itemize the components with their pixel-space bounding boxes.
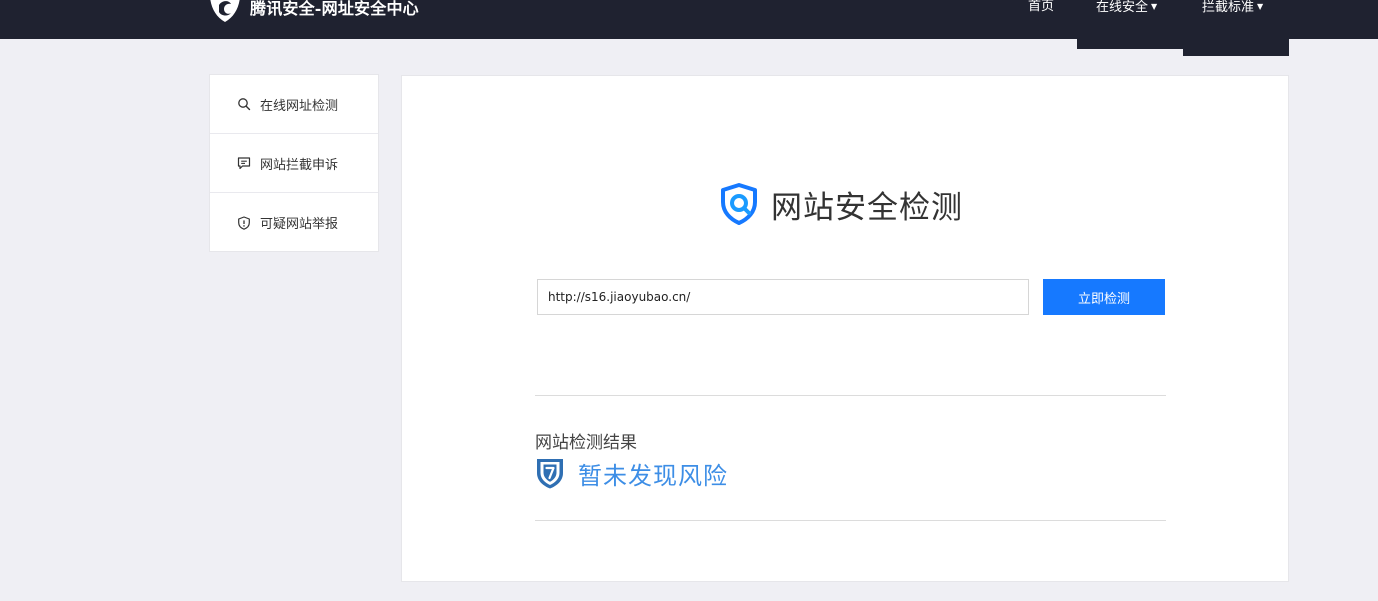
result-status-row: 暂未发现风险	[535, 456, 728, 490]
nav-online-security-label: 在线安全	[1096, 0, 1149, 15]
nav-intercept-standard-label: 拦截标准	[1202, 0, 1255, 15]
result-status: 暂未发现风险	[578, 461, 728, 490]
nav-intercept-standard[interactable]: 拦截标准 ▼	[1202, 0, 1263, 17]
url-input[interactable]	[537, 279, 1029, 315]
tencent-security-logo	[210, 0, 240, 22]
caret-down-icon: ▼	[1151, 2, 1158, 11]
search-icon	[238, 98, 251, 111]
top-navbar: 腾讯安全-网址安全中心 首页 在线安全 ▼ 拦截标准 ▼	[0, 0, 1378, 39]
brand-name: 腾讯安全-网址安全中心	[250, 0, 419, 18]
caret-down-icon: ▼	[1257, 2, 1264, 11]
shield-unknown-icon	[537, 459, 563, 489]
security-scan-logo-icon	[721, 183, 757, 225]
sidebar-item-label: 在线网址检测	[260, 98, 339, 114]
chat-icon	[237, 157, 251, 170]
page-title: 网站安全检测	[771, 189, 963, 226]
check-now-button[interactable]: 立即检测	[1043, 279, 1165, 315]
nav-online-security[interactable]: 在线安全 ▼	[1096, 0, 1157, 17]
dropdown-notch	[1077, 49, 1183, 56]
page-heading: 网站安全检测	[717, 180, 963, 228]
sidebar-item-label: 可疑网站举报	[260, 217, 339, 232]
sidebar-item-report[interactable]: 可疑网站举报	[210, 193, 378, 252]
brand[interactable]: 腾讯安全-网址安全中心	[208, 0, 419, 23]
sidebar: 在线网址检测 网站拦截申诉 可疑网站举报	[209, 74, 379, 252]
main-panel: 网站安全检测 立即检测 网站检测结果 暂未发现风险	[401, 75, 1289, 582]
sidebar-item-label: 网站拦截申诉	[260, 157, 339, 173]
sidebar-item-appeal[interactable]: 网站拦截申诉	[210, 134, 378, 193]
divider	[535, 520, 1166, 521]
result-label: 网站检测结果	[535, 433, 637, 453]
divider	[535, 395, 1166, 396]
nav-home[interactable]: 首页	[1028, 0, 1054, 17]
shield-alert-icon	[238, 215, 250, 230]
sidebar-item-url-check[interactable]: 在线网址检测	[210, 75, 378, 134]
